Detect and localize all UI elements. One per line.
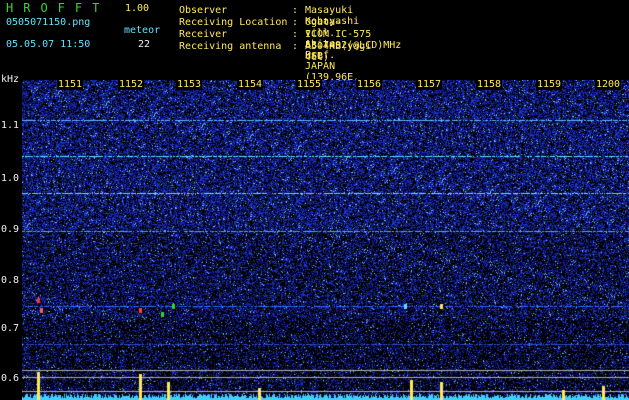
meteor-count: 22 <box>138 39 151 50</box>
frequency-unit: kHz <box>1 74 20 85</box>
meteor-label: meteor <box>124 25 161 36</box>
time-tick-label: 1152 <box>118 79 145 90</box>
y-tick-label: 0.8 <box>1 275 20 286</box>
info-colon: : <box>292 17 299 28</box>
info-label: Receiving antenna <box>179 41 282 52</box>
time-tick-label: 1200 <box>595 79 622 90</box>
time-tick-label: 1153 <box>176 79 203 90</box>
time-tick-label: 1159 <box>536 79 563 90</box>
y-tick-label: 0.7 <box>1 323 20 334</box>
time-tick-label: 1154 <box>237 79 264 90</box>
info-label: Observer <box>179 5 228 16</box>
time-tick-label: 1151 <box>57 79 84 90</box>
y-tick-label: 1.1 <box>1 120 20 131</box>
file-name: 0505071150.png <box>6 17 91 28</box>
info-colon: : <box>292 5 299 16</box>
info-colon: : <box>292 41 299 52</box>
spectrogram-canvas <box>22 80 629 400</box>
y-tick-label: 0.9 <box>1 224 20 235</box>
info-colon: : <box>292 29 299 40</box>
time-tick-label: 1158 <box>476 79 503 90</box>
time-tick-label: 1156 <box>356 79 383 90</box>
y-tick-label: 0.6 <box>1 373 20 384</box>
app-version: 1.00 <box>125 3 150 14</box>
time-tick-label: 1155 <box>296 79 323 90</box>
y-tick-label: 1.0 <box>1 173 20 184</box>
info-label: Receiving Location <box>179 17 288 28</box>
app-title: HROFFT <box>6 1 110 15</box>
info-label: Receiver <box>179 29 228 40</box>
info-value: A504HB(yagi 4el) <box>305 41 372 63</box>
capture-datetime: 05.05.07 11:50 <box>6 39 91 50</box>
time-tick-label: 1157 <box>416 79 443 90</box>
